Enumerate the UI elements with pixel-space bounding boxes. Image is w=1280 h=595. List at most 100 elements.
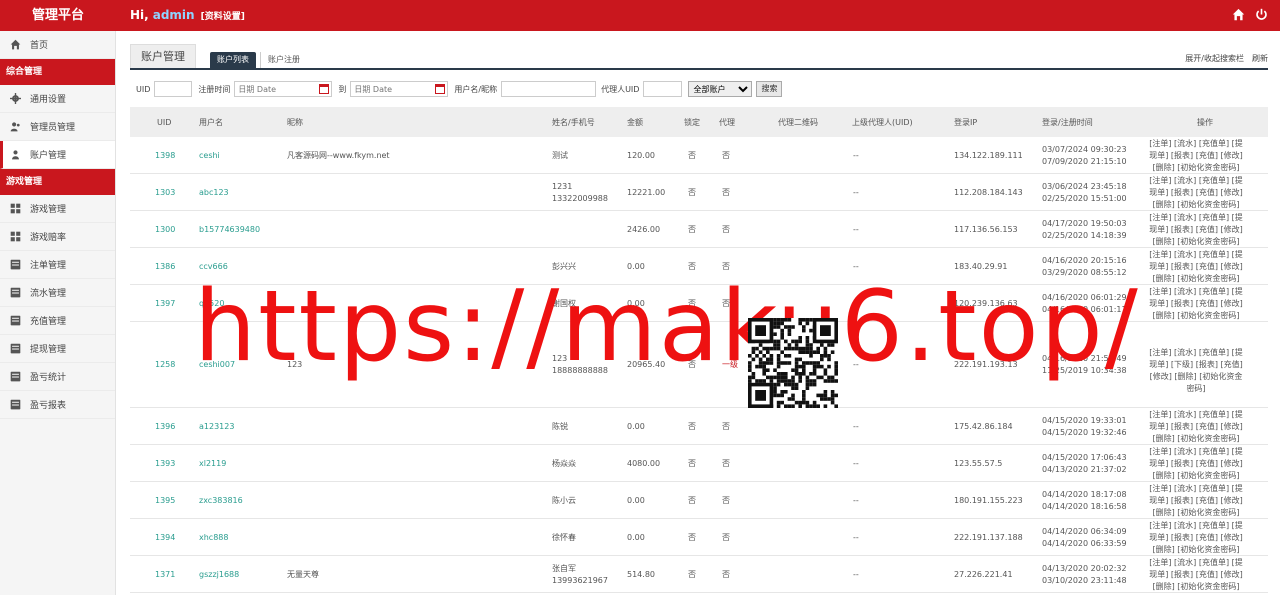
row-actions[interactable]: [注单] [流水] [充值单] [提现单] [报表] [充值] [修改] [删除… bbox=[1146, 175, 1246, 211]
uid-cell[interactable]: 1395 bbox=[155, 495, 175, 506]
uid-cell[interactable]: 1300 bbox=[155, 224, 175, 235]
login-ip-cell: 222.191.137.188 bbox=[954, 532, 1023, 542]
row-actions[interactable]: [注单] [流水] [充值单] [提现单] [报表] [充值] [修改] [删除… bbox=[1146, 557, 1246, 593]
home-icon[interactable] bbox=[1232, 8, 1245, 24]
uid-cell[interactable]: 1397 bbox=[155, 298, 175, 309]
toggle-search-link[interactable]: 展开/收起搜索栏 bbox=[1185, 54, 1244, 63]
login-time-cell: 04/16/2020 20:15:16 bbox=[1042, 255, 1127, 265]
row-actions[interactable]: [注单] [流水] [充值单] [提现单] [报表] [充值] [修改] [删除… bbox=[1146, 138, 1246, 174]
uid-cell[interactable]: 1393 bbox=[155, 458, 175, 469]
sidebar-item-home[interactable]: 首页 bbox=[0, 31, 115, 59]
row-actions[interactable]: [注单] [流水] [充值单] [提现单] [下级] [报表] [充值] [修改… bbox=[1146, 347, 1246, 395]
agent-cell: 否 bbox=[722, 224, 730, 234]
username-link[interactable]: a123123 bbox=[199, 421, 234, 432]
username-link[interactable]: xl2119 bbox=[199, 458, 226, 469]
parent-agent-cell: -- bbox=[853, 532, 859, 542]
username-link[interactable]: b15774639480 bbox=[199, 224, 260, 235]
list-icon bbox=[9, 371, 21, 383]
reg-time-label: 注册时间 bbox=[198, 84, 231, 94]
uid-cell[interactable]: 1258 bbox=[155, 359, 175, 370]
search-button[interactable]: 搜索 bbox=[756, 81, 783, 97]
power-icon[interactable] bbox=[1255, 8, 1268, 24]
list-icon bbox=[9, 287, 21, 299]
register-time-cell: 04/15/2020 19:32:46 bbox=[1042, 427, 1127, 437]
sidebar-section-general[interactable]: 综合管理 bbox=[0, 59, 115, 85]
greeting-text: Hi, bbox=[130, 8, 149, 22]
sidebar-item-admin-management[interactable]: 管理员管理 bbox=[0, 113, 115, 141]
username-link[interactable]: gszzj1688 bbox=[199, 569, 239, 580]
tabs-row: 账户管理 账户列表 账户注册 展开/收起搜索栏 刷新 bbox=[130, 44, 1268, 70]
sidebar-item-general-settings[interactable]: 通用设置 bbox=[0, 85, 115, 113]
login-time-cell: 04/15/2020 19:33:01 bbox=[1042, 415, 1127, 425]
amount-cell: 12221.00 bbox=[627, 187, 666, 197]
uid-cell[interactable]: 1394 bbox=[155, 532, 175, 543]
date-end-input[interactable] bbox=[350, 81, 449, 97]
uid-cell[interactable]: 1386 bbox=[155, 261, 175, 272]
row-actions[interactable]: [注单] [流水] [充值单] [提现单] [报表] [充值] [修改] [删除… bbox=[1146, 249, 1246, 285]
row-actions[interactable]: [注单] [流水] [充值单] [提现单] [报表] [充值] [修改] [删除… bbox=[1146, 483, 1246, 519]
uid-input[interactable] bbox=[154, 81, 193, 97]
login-time-cell: 03/07/2024 09:30:23 bbox=[1042, 144, 1127, 154]
row-actions[interactable]: [注单] [流水] [充值单] [提现单] [报表] [充值] [修改] [删除… bbox=[1146, 520, 1246, 556]
username-input[interactable] bbox=[501, 81, 597, 97]
table-row: 1371 gszzj1688 无量天尊 张自军 13993621967 514.80 否 否 -… bbox=[130, 556, 1268, 593]
row-actions[interactable]: [注单] [流水] [充值单] [提现单] [报表] [充值] [修改] [删除… bbox=[1146, 446, 1246, 482]
locked-cell: 否 bbox=[688, 495, 696, 505]
sidebar-item-label: 游戏管理 bbox=[30, 205, 67, 215]
qr-code-image bbox=[748, 318, 838, 408]
username-link[interactable]: zxc383816 bbox=[199, 495, 243, 506]
sidebar-item-withdraw-management[interactable]: 提现管理 bbox=[0, 335, 115, 363]
sidebar-item-label: 首页 bbox=[30, 41, 49, 51]
tab-account-management[interactable]: 账户管理 bbox=[130, 44, 196, 68]
tab-account-list[interactable]: 账户列表 bbox=[210, 52, 256, 68]
row-actions[interactable]: [注单] [流水] [充值单] [提现单] [报表] [充值] [修改] [删除… bbox=[1146, 212, 1246, 248]
uid-cell[interactable]: 1396 bbox=[155, 421, 175, 432]
sidebar-item-game-management[interactable]: 游戏管理 bbox=[0, 195, 115, 223]
sidebar-item-game-odds[interactable]: 游戏赔率 bbox=[0, 223, 115, 251]
col-login-reg-time: 登录/注册时间 bbox=[1042, 118, 1093, 127]
username-link[interactable]: abc123 bbox=[199, 187, 229, 198]
uid-cell[interactable]: 1303 bbox=[155, 187, 175, 198]
uid-cell[interactable]: 1398 bbox=[155, 150, 175, 161]
sidebar-item-bet-management[interactable]: 注单管理 bbox=[0, 251, 115, 279]
sidebar-item-profit-report[interactable]: 盈亏报表 bbox=[0, 391, 115, 419]
watermark-url: https://maku6.top/ bbox=[194, 270, 1140, 384]
sidebar-item-profit-stats[interactable]: 盈亏统计 bbox=[0, 363, 115, 391]
uid-label: UID bbox=[136, 84, 151, 94]
name-cell: 测试 bbox=[552, 150, 568, 160]
uid-cell[interactable]: 1371 bbox=[155, 569, 175, 580]
username[interactable]: admin bbox=[153, 8, 195, 22]
calendar-icon[interactable] bbox=[319, 84, 330, 94]
sidebar-item-account-management[interactable]: 账户管理 bbox=[0, 141, 115, 169]
profile-settings-link[interactable]: [资料设置] bbox=[201, 12, 245, 22]
brand-title[interactable]: 管理平台 bbox=[0, 0, 116, 31]
date-end-box bbox=[350, 81, 449, 97]
username-link[interactable]: ceshi bbox=[199, 150, 220, 161]
list-icon bbox=[9, 399, 21, 411]
agent-uid-input[interactable] bbox=[643, 81, 683, 97]
row-actions[interactable]: [注单] [流水] [充值单] [提现单] [报表] [充值] [修改] [删除… bbox=[1146, 286, 1246, 322]
login-ip-cell: 123.55.57.5 bbox=[954, 458, 1003, 468]
agent-uid-label: 代理人UID bbox=[601, 84, 640, 94]
locked-cell: 否 bbox=[688, 458, 696, 468]
list-icon bbox=[9, 315, 21, 327]
col-nickname: 昵称 bbox=[287, 118, 303, 127]
tab-actions: 展开/收起搜索栏 刷新 bbox=[1177, 53, 1268, 64]
sidebar-item-recharge-management[interactable]: 充值管理 bbox=[0, 307, 115, 335]
name-cell: 陈小云 bbox=[552, 495, 576, 505]
amount-cell: 0.00 bbox=[627, 421, 645, 431]
refresh-link[interactable]: 刷新 bbox=[1252, 54, 1268, 63]
tab-account-register[interactable]: 账户注册 bbox=[260, 52, 307, 68]
row-actions[interactable]: [注单] [流水] [充值单] [提现单] [报表] [充值] [修改] [删除… bbox=[1146, 409, 1246, 445]
sidebar-item-label: 盈亏统计 bbox=[30, 373, 67, 383]
sidebar-item-flow-management[interactable]: 流水管理 bbox=[0, 279, 115, 307]
col-agent-qr: 代理二维码 bbox=[778, 118, 818, 127]
username-link[interactable]: xhc888 bbox=[199, 532, 228, 543]
account-type-select[interactable]: 全部账户 bbox=[688, 81, 753, 97]
name-cell: 陈锐 bbox=[552, 421, 568, 431]
date-start-input[interactable] bbox=[234, 81, 333, 97]
locked-cell: 否 bbox=[688, 187, 696, 197]
sidebar-section-game[interactable]: 游戏管理 bbox=[0, 169, 115, 195]
calendar-icon[interactable] bbox=[435, 84, 446, 94]
top-icons bbox=[1232, 8, 1268, 24]
